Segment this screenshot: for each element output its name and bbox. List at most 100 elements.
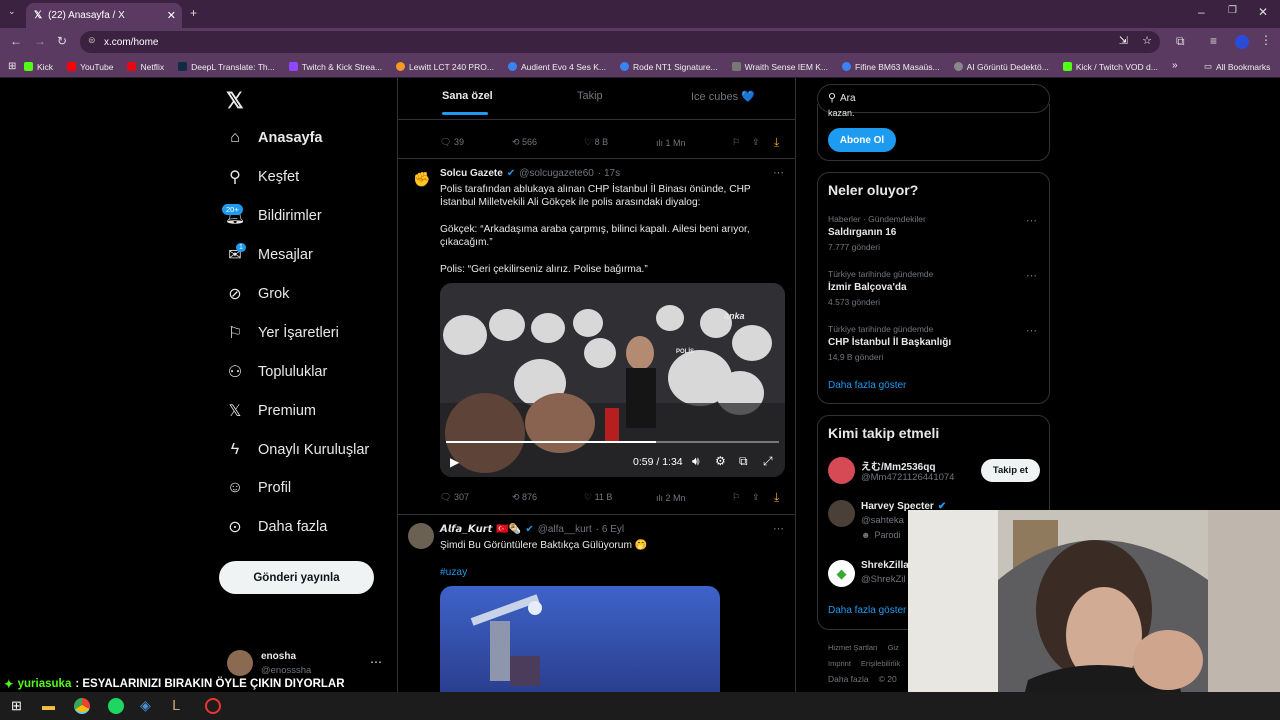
chrome-icon[interactable] bbox=[74, 698, 90, 714]
bookmark-wraith[interactable]: Wraith Sense IEM K... bbox=[731, 62, 828, 72]
account-menu-icon[interactable]: ⋯ bbox=[370, 655, 382, 669]
video-progress-track[interactable] bbox=[446, 441, 779, 443]
trend-more-icon[interactable]: ⋯ bbox=[1026, 269, 1037, 282]
tweet2-media[interactable] bbox=[440, 586, 720, 692]
nav-more[interactable]: ⊙ Daha fazla bbox=[226, 518, 327, 536]
tweet2-handle[interactable]: @alfa__kurt bbox=[538, 524, 592, 535]
url-bar[interactable]: ⊜ x.com/home ⇲ ☆ bbox=[80, 31, 1160, 53]
profile-avatar[interactable] bbox=[1235, 35, 1249, 49]
trend-item[interactable]: Türkiye tarihinde gündemde İzmir Balçova… bbox=[818, 264, 1049, 316]
bookmark-star-icon[interactable]: ☆ bbox=[1142, 34, 1152, 47]
bookmark-tweet-icon[interactable]: ⚐ bbox=[732, 137, 752, 148]
trend-item[interactable]: Haberler · Gündemdekiler Saldırganın 16 … bbox=[818, 209, 1049, 261]
settings-gear-icon[interactable]: ⚙ bbox=[715, 454, 726, 468]
who-show-more[interactable]: Daha fazla göster bbox=[828, 605, 906, 616]
minimize-icon[interactable]: – bbox=[1198, 5, 1205, 19]
follow-name[interactable]: えむ/Mm2536qq bbox=[861, 458, 935, 473]
restore-icon[interactable]: ❐ bbox=[1228, 5, 1237, 16]
league-icon[interactable]: ᒪ bbox=[172, 697, 180, 714]
tweet1-video[interactable]: anka POLİS ▶ 0:59 / 1:34 🔊︎ ⚙ ⧉ ⤢ bbox=[440, 283, 785, 477]
trend-more-icon[interactable]: ⋯ bbox=[1026, 214, 1037, 227]
follow-avatar[interactable]: ◆ bbox=[828, 560, 855, 587]
trends-show-more[interactable]: Daha fazla göster bbox=[828, 380, 906, 391]
alfa-kurt-avatar[interactable] bbox=[408, 523, 434, 549]
tweet1-time[interactable]: · 17s bbox=[598, 168, 620, 179]
extensions-icon[interactable]: ⧉ bbox=[1176, 34, 1185, 49]
bookmark-lewitt[interactable]: Lewitt LCT 240 PRO... bbox=[396, 62, 494, 72]
all-bookmarks[interactable]: ▭ All Bookmarks bbox=[1204, 61, 1270, 72]
install-icon[interactable]: ⇲ bbox=[1119, 34, 1128, 47]
volume-icon[interactable]: 🔊︎ bbox=[692, 454, 700, 469]
bookmark-kick[interactable]: Kick bbox=[24, 62, 53, 72]
bookmark-twitch-kick[interactable]: Twitch & Kick Strea... bbox=[288, 62, 382, 72]
nav-profile[interactable]: ☺ Profil bbox=[226, 479, 291, 497]
site-info-icon[interactable]: ⊜ bbox=[88, 35, 96, 46]
tab-for-you[interactable]: Sana özel bbox=[442, 90, 493, 102]
reload-icon[interactable]: ↻ bbox=[57, 34, 67, 48]
tab-ice-cubes[interactable]: Ice cubes 💙 bbox=[691, 90, 755, 103]
trend-item[interactable]: Türkiye tarihinde gündemde CHP İstanbul … bbox=[818, 319, 1049, 371]
follow-button[interactable]: Takip et bbox=[981, 459, 1040, 482]
bookmark-youtube[interactable]: YouTube bbox=[67, 62, 113, 72]
start-icon[interactable]: ⊞ bbox=[11, 698, 22, 714]
bookmark-rode[interactable]: Rode NT1 Signature... bbox=[620, 62, 718, 72]
nav-premium[interactable]: 𝕏 Premium bbox=[226, 402, 316, 420]
new-tab-icon[interactable]: + bbox=[190, 6, 197, 20]
solcu-gazete-avatar[interactable]: ✊ bbox=[411, 168, 433, 190]
bookmark-deepl[interactable]: DeepL Translate: Th... bbox=[178, 62, 275, 72]
pip-icon[interactable]: ⧉ bbox=[739, 454, 748, 469]
tweet2-hashtag[interactable]: #uzay bbox=[440, 566, 467, 579]
file-explorer-icon[interactable]: ▬ bbox=[42, 698, 55, 713]
trend-more-icon[interactable]: ⋯ bbox=[1026, 324, 1037, 337]
window-close-icon[interactable]: ✕ bbox=[1258, 5, 1268, 19]
nav-bookmarks[interactable]: ⚐ Yer İşaretleri bbox=[226, 324, 339, 342]
app-icon[interactable]: ◈ bbox=[140, 697, 151, 714]
bookmark-ai-detector[interactable]: AI Görüntü Dedektö... bbox=[953, 62, 1049, 72]
tab-following[interactable]: Takip bbox=[577, 90, 603, 102]
search-input[interactable]: Ara bbox=[840, 93, 856, 104]
play-icon[interactable]: ▶ bbox=[450, 455, 459, 469]
bookmarks-overflow-icon[interactable]: » bbox=[1172, 60, 1178, 71]
share-icon[interactable]: ⇪ bbox=[752, 492, 774, 503]
nav-explore[interactable]: ⚲ Keşfet bbox=[226, 168, 299, 186]
views-button[interactable]: ılı 2 Mn bbox=[656, 493, 732, 503]
tweet1-more-icon[interactable]: ⋯ bbox=[773, 166, 784, 179]
bookmark-audient[interactable]: Audient Evo 4 Ses K... bbox=[507, 62, 606, 72]
repost-button[interactable]: ⟲ 876 bbox=[512, 492, 584, 503]
tab-close-icon[interactable]: ✕ bbox=[167, 9, 176, 22]
nav-home[interactable]: ⌂ Anasayfa bbox=[226, 129, 322, 147]
views-button[interactable]: ılı 1 Mn bbox=[656, 138, 732, 148]
x-logo-icon[interactable]: 𝕏 bbox=[226, 88, 244, 114]
forward-icon[interactable]: → bbox=[34, 34, 46, 48]
subscribe-button[interactable]: Abone Ol bbox=[828, 128, 896, 152]
nav-verified-orgs[interactable]: ϟ Onaylı Kuruluşlar bbox=[226, 441, 369, 459]
reply-button[interactable]: 🗨︎ 39 bbox=[440, 137, 512, 148]
download-icon[interactable]: ⤓ bbox=[774, 135, 779, 150]
bookmark-fifine[interactable]: Fifine BM63 Masaüs... bbox=[842, 62, 940, 72]
nav-communities[interactable]: ⚇ Topluluklar bbox=[226, 363, 328, 381]
spotify-icon[interactable] bbox=[108, 698, 124, 714]
nav-grok[interactable]: ⊘ Grok bbox=[226, 285, 289, 303]
media-icon[interactable]: ≡ bbox=[1210, 34, 1217, 48]
menu-icon[interactable]: ⋮ bbox=[1260, 33, 1272, 47]
tweet2-time[interactable]: · 6 Eyl bbox=[596, 524, 624, 535]
tweet1-handle[interactable]: @solcugazete60 bbox=[519, 168, 594, 179]
tweet2-more-icon[interactable]: ⋯ bbox=[773, 522, 784, 535]
obs-icon[interactable] bbox=[205, 698, 221, 714]
tweet2-author[interactable]: 𝘼𝙡𝙛𝙖_𝙆𝙪𝙧𝙩 bbox=[440, 524, 492, 535]
follow-name[interactable]: ShrekZilla bbox=[861, 560, 909, 571]
bookmark-netflix[interactable]: Netflix bbox=[127, 62, 164, 72]
tab-search-icon[interactable]: ⌄ bbox=[8, 6, 16, 17]
follow-avatar[interactable] bbox=[828, 457, 855, 484]
account-avatar[interactable] bbox=[227, 650, 253, 676]
repost-button[interactable]: ⟲ 566 bbox=[512, 137, 584, 148]
reply-button[interactable]: 🗨︎ 307 bbox=[440, 492, 512, 503]
bookmark-kick-vod[interactable]: Kick / Twitch VOD d... bbox=[1062, 62, 1158, 72]
back-icon[interactable]: ← bbox=[10, 34, 22, 48]
apps-grid-icon[interactable]: ⊞ bbox=[8, 61, 16, 72]
like-button[interactable]: ♡ 8 B bbox=[584, 137, 656, 148]
tweet1-author[interactable]: Solcu Gazete bbox=[440, 168, 503, 179]
download-icon[interactable]: ⤓ bbox=[774, 490, 779, 505]
browser-tab[interactable]: 𝕏 (22) Anasayfa / X ✕ bbox=[26, 3, 182, 28]
bookmark-tweet-icon[interactable]: ⚐ bbox=[732, 492, 752, 503]
